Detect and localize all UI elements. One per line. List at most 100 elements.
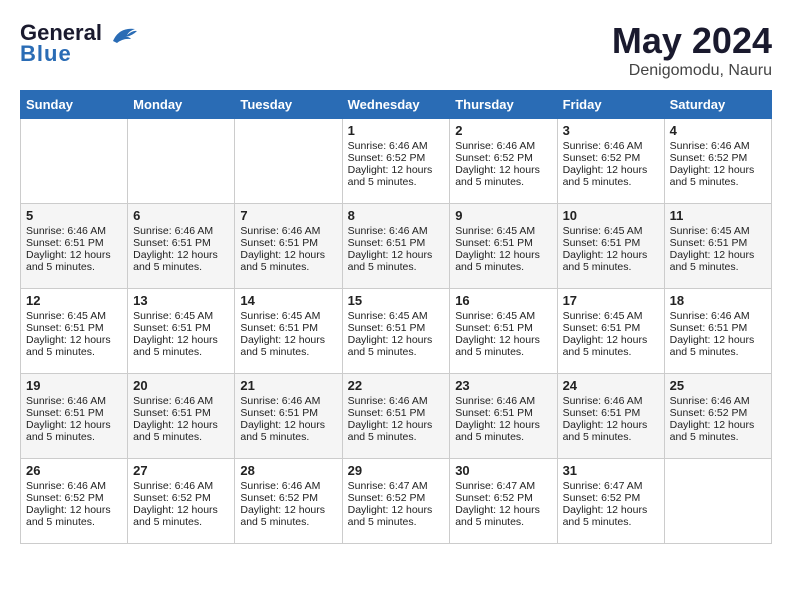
day-number: 25 bbox=[670, 378, 766, 393]
day-number: 17 bbox=[563, 293, 659, 308]
cell-info-line: Sunrise: 6:46 AM bbox=[240, 225, 336, 237]
cell-info-line: Sunset: 6:51 PM bbox=[133, 407, 229, 419]
calendar-week-1: 1Sunrise: 6:46 AMSunset: 6:52 PMDaylight… bbox=[21, 119, 772, 204]
calendar-cell bbox=[21, 119, 128, 204]
cell-info-line: Daylight: 12 hours bbox=[563, 504, 659, 516]
day-number: 23 bbox=[455, 378, 551, 393]
calendar-cell: 3Sunrise: 6:46 AMSunset: 6:52 PMDaylight… bbox=[557, 119, 664, 204]
cell-info-line: Sunrise: 6:46 AM bbox=[455, 140, 551, 152]
calendar-cell: 2Sunrise: 6:46 AMSunset: 6:52 PMDaylight… bbox=[450, 119, 557, 204]
cell-info-line: Sunset: 6:52 PM bbox=[563, 492, 659, 504]
day-number: 4 bbox=[670, 123, 766, 138]
day-number: 30 bbox=[455, 463, 551, 478]
calendar-cell: 23Sunrise: 6:46 AMSunset: 6:51 PMDayligh… bbox=[450, 374, 557, 459]
calendar-cell bbox=[664, 459, 771, 544]
cell-info-line: Daylight: 12 hours bbox=[563, 164, 659, 176]
cell-info-line: and 5 minutes. bbox=[240, 516, 336, 528]
cell-info-line: Daylight: 12 hours bbox=[563, 334, 659, 346]
cell-info-line: Daylight: 12 hours bbox=[133, 334, 229, 346]
calendar-cell: 13Sunrise: 6:45 AMSunset: 6:51 PMDayligh… bbox=[128, 289, 235, 374]
calendar-week-3: 12Sunrise: 6:45 AMSunset: 6:51 PMDayligh… bbox=[21, 289, 772, 374]
weekday-header-wednesday: Wednesday bbox=[342, 91, 450, 119]
calendar-cell: 14Sunrise: 6:45 AMSunset: 6:51 PMDayligh… bbox=[235, 289, 342, 374]
cell-info-line: Sunrise: 6:46 AM bbox=[348, 395, 445, 407]
cell-info-line: Daylight: 12 hours bbox=[670, 419, 766, 431]
day-number: 12 bbox=[26, 293, 122, 308]
day-number: 21 bbox=[240, 378, 336, 393]
cell-info-line: Sunrise: 6:45 AM bbox=[240, 310, 336, 322]
calendar-cell: 20Sunrise: 6:46 AMSunset: 6:51 PMDayligh… bbox=[128, 374, 235, 459]
cell-info-line: Daylight: 12 hours bbox=[455, 504, 551, 516]
calendar-cell: 4Sunrise: 6:46 AMSunset: 6:52 PMDaylight… bbox=[664, 119, 771, 204]
cell-info-line: Daylight: 12 hours bbox=[455, 249, 551, 261]
cell-info-line: Daylight: 12 hours bbox=[348, 504, 445, 516]
weekday-header-row: SundayMondayTuesdayWednesdayThursdayFrid… bbox=[21, 91, 772, 119]
day-number: 3 bbox=[563, 123, 659, 138]
cell-info-line: Daylight: 12 hours bbox=[563, 419, 659, 431]
cell-info-line: Sunset: 6:52 PM bbox=[670, 407, 766, 419]
day-number: 27 bbox=[133, 463, 229, 478]
cell-info-line: Daylight: 12 hours bbox=[670, 249, 766, 261]
calendar-cell: 9Sunrise: 6:45 AMSunset: 6:51 PMDaylight… bbox=[450, 204, 557, 289]
cell-info-line: Sunset: 6:51 PM bbox=[348, 237, 445, 249]
day-number: 9 bbox=[455, 208, 551, 223]
day-number: 11 bbox=[670, 208, 766, 223]
cell-info-line: Sunrise: 6:47 AM bbox=[348, 480, 445, 492]
cell-info-line: and 5 minutes. bbox=[348, 516, 445, 528]
cell-info-line: Sunset: 6:51 PM bbox=[455, 407, 551, 419]
cell-info-line: Sunrise: 6:46 AM bbox=[348, 140, 445, 152]
cell-info-line: Sunset: 6:51 PM bbox=[26, 237, 122, 249]
cell-info-line: Daylight: 12 hours bbox=[563, 249, 659, 261]
cell-info-line: Daylight: 12 hours bbox=[348, 164, 445, 176]
cell-info-line: Sunset: 6:51 PM bbox=[563, 237, 659, 249]
day-number: 14 bbox=[240, 293, 336, 308]
cell-info-line: Sunrise: 6:46 AM bbox=[670, 310, 766, 322]
calendar-week-5: 26Sunrise: 6:46 AMSunset: 6:52 PMDayligh… bbox=[21, 459, 772, 544]
calendar-cell: 18Sunrise: 6:46 AMSunset: 6:51 PMDayligh… bbox=[664, 289, 771, 374]
cell-info-line: and 5 minutes. bbox=[563, 261, 659, 273]
calendar-cell bbox=[128, 119, 235, 204]
cell-info-line: Sunset: 6:52 PM bbox=[133, 492, 229, 504]
calendar-cell: 31Sunrise: 6:47 AMSunset: 6:52 PMDayligh… bbox=[557, 459, 664, 544]
cell-info-line: Daylight: 12 hours bbox=[348, 334, 445, 346]
cell-info-line: Sunset: 6:51 PM bbox=[26, 407, 122, 419]
cell-info-line: Sunrise: 6:46 AM bbox=[133, 480, 229, 492]
cell-info-line: and 5 minutes. bbox=[348, 261, 445, 273]
cell-info-line: Sunset: 6:51 PM bbox=[240, 237, 336, 249]
cell-info-line: and 5 minutes. bbox=[670, 176, 766, 188]
cell-info-line: Sunset: 6:51 PM bbox=[348, 407, 445, 419]
day-number: 29 bbox=[348, 463, 445, 478]
location: Denigomodu, Nauru bbox=[612, 62, 772, 80]
cell-info-line: and 5 minutes. bbox=[26, 261, 122, 273]
cell-info-line: Sunset: 6:52 PM bbox=[455, 492, 551, 504]
logo-bird-icon bbox=[109, 23, 139, 45]
cell-info-line: and 5 minutes. bbox=[26, 516, 122, 528]
day-number: 18 bbox=[670, 293, 766, 308]
day-number: 2 bbox=[455, 123, 551, 138]
cell-info-line: Sunrise: 6:45 AM bbox=[133, 310, 229, 322]
calendar-cell: 21Sunrise: 6:46 AMSunset: 6:51 PMDayligh… bbox=[235, 374, 342, 459]
cell-info-line: Sunrise: 6:46 AM bbox=[670, 140, 766, 152]
cell-info-line: and 5 minutes. bbox=[455, 176, 551, 188]
cell-info-line: Sunrise: 6:46 AM bbox=[240, 480, 336, 492]
day-number: 26 bbox=[26, 463, 122, 478]
cell-info-line: and 5 minutes. bbox=[240, 261, 336, 273]
cell-info-line: Daylight: 12 hours bbox=[455, 334, 551, 346]
cell-info-line: and 5 minutes. bbox=[133, 346, 229, 358]
calendar-cell: 24Sunrise: 6:46 AMSunset: 6:51 PMDayligh… bbox=[557, 374, 664, 459]
cell-info-line: and 5 minutes. bbox=[563, 431, 659, 443]
cell-info-line: Daylight: 12 hours bbox=[133, 249, 229, 261]
cell-info-line: and 5 minutes. bbox=[240, 431, 336, 443]
cell-info-line: Daylight: 12 hours bbox=[240, 504, 336, 516]
cell-info-line: and 5 minutes. bbox=[455, 431, 551, 443]
day-number: 19 bbox=[26, 378, 122, 393]
cell-info-line: and 5 minutes. bbox=[133, 516, 229, 528]
weekday-header-tuesday: Tuesday bbox=[235, 91, 342, 119]
cell-info-line: and 5 minutes. bbox=[133, 431, 229, 443]
cell-info-line: Daylight: 12 hours bbox=[240, 334, 336, 346]
title-block: May 2024 Denigomodu, Nauru bbox=[612, 20, 772, 80]
page-header: General Blue May 2024 Denigomodu, Nauru bbox=[20, 20, 772, 80]
day-number: 10 bbox=[563, 208, 659, 223]
calendar-cell: 8Sunrise: 6:46 AMSunset: 6:51 PMDaylight… bbox=[342, 204, 450, 289]
cell-info-line: Sunrise: 6:47 AM bbox=[563, 480, 659, 492]
